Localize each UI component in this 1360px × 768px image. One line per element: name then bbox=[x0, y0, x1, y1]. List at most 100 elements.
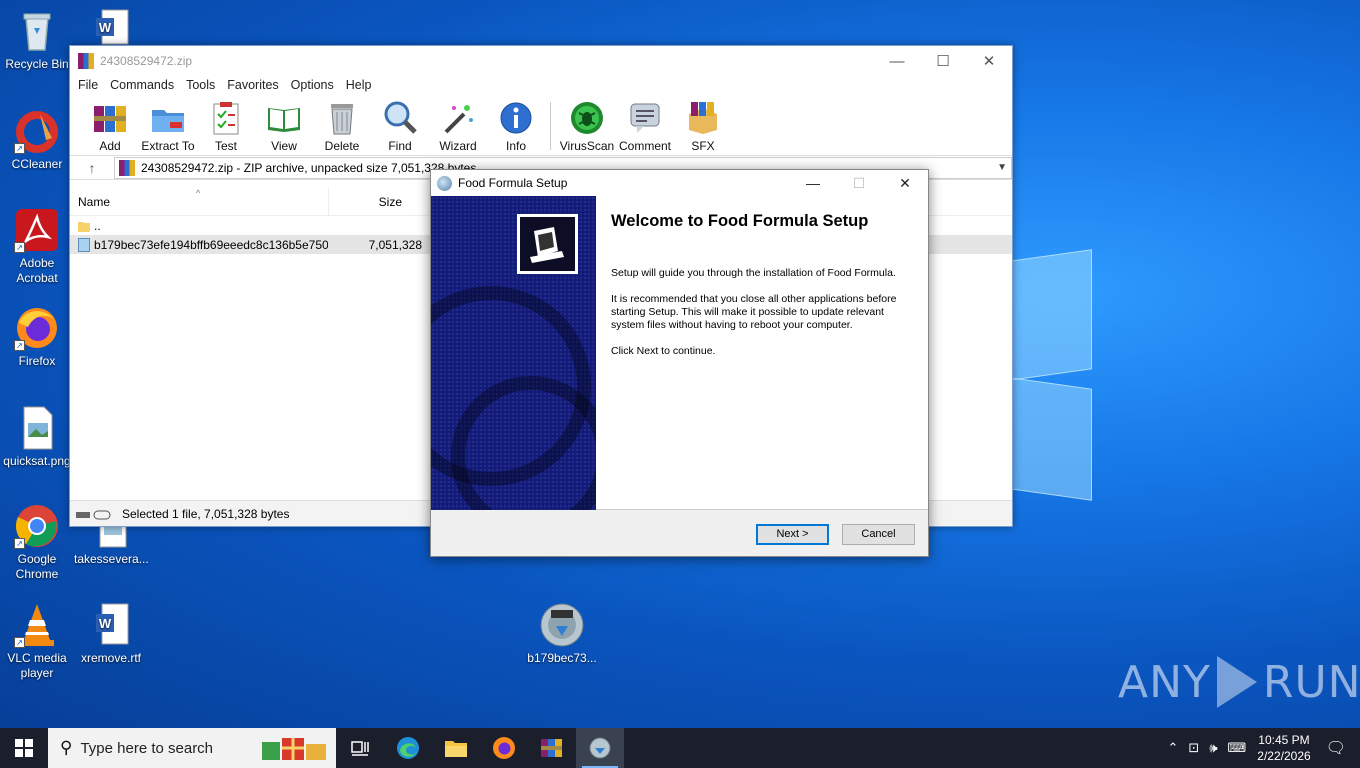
volume-icon[interactable]: 🕪 bbox=[1209, 740, 1217, 756]
search-highlight-gifts-icon[interactable] bbox=[260, 734, 330, 762]
maximize-button: ☐ bbox=[852, 174, 866, 191]
firefox-icon: ↗ bbox=[14, 305, 60, 351]
svg-text:W: W bbox=[99, 20, 112, 35]
desktop-icon-vlc[interactable]: ↗ VLC media player bbox=[0, 602, 74, 681]
clock[interactable]: 10:45 PM 2/22/2026 bbox=[1257, 732, 1310, 764]
desktop-icon-b179bec73[interactable]: b179bec73... bbox=[525, 602, 599, 666]
vlc-cone-icon: ↗ bbox=[14, 602, 60, 648]
adobe-acrobat-icon: ↗ bbox=[14, 207, 60, 253]
setup-paragraph-3: Click Next to continue. bbox=[611, 345, 716, 357]
desktop-icon-google-chrome[interactable]: ↗ Google Chrome bbox=[0, 503, 74, 582]
next-button[interactable]: Next > bbox=[756, 524, 829, 545]
desktop-icon-ccleaner[interactable]: ↗ CCleaner bbox=[0, 108, 74, 172]
toolbar-test-button[interactable]: Test bbox=[198, 96, 254, 155]
toolbar-wizard-button[interactable]: Wizard bbox=[430, 96, 486, 155]
minimize-button[interactable]: — bbox=[874, 46, 920, 76]
desktop-icon-label: VLC media player bbox=[7, 651, 67, 680]
desktop-icon-quicksat[interactable]: quicksat.png bbox=[0, 405, 74, 469]
toolbar-find-button[interactable]: Find bbox=[372, 96, 428, 155]
setup-welcome-page: Welcome to Food Formula Setup Setup will… bbox=[431, 196, 928, 510]
desktop-icon-recycle-bin[interactable]: Recycle Bin bbox=[0, 8, 74, 72]
desktop-icon-adobe-acrobat[interactable]: ↗ Adobe Acrobat bbox=[0, 207, 74, 286]
menu-tools[interactable]: Tools bbox=[186, 76, 223, 96]
desktop-icon-xremove[interactable]: W xremove.rtf bbox=[74, 602, 148, 666]
setup-side-banner bbox=[431, 196, 596, 510]
toolbar-info-button[interactable]: Info bbox=[488, 96, 544, 155]
toolbar-extract-to-button[interactable]: Extract To bbox=[140, 96, 196, 155]
menu-commands[interactable]: Commands bbox=[110, 76, 182, 96]
recycle-bin-icon bbox=[14, 8, 60, 54]
desktop-icon-label: xremove.rtf bbox=[80, 651, 141, 665]
network-icon[interactable]: ⊡ bbox=[1188, 740, 1199, 756]
installer-icon bbox=[589, 737, 611, 759]
task-view-button[interactable] bbox=[336, 728, 384, 768]
desktop-icon-label: quicksat.png bbox=[3, 454, 71, 468]
desktop-icon-label: Recycle Bin bbox=[5, 57, 69, 71]
chrome-icon: ↗ bbox=[14, 503, 60, 549]
setup-titlebar[interactable]: Food Formula Setup — ☐ ✕ bbox=[431, 170, 928, 196]
system-tray: ⌃ ⊡ 🕪 ⌨ 10:45 PM 2/22/2026 🗨 bbox=[1163, 728, 1360, 768]
toolbar-delete-button[interactable]: Delete bbox=[314, 96, 370, 155]
taskbar-firefox[interactable] bbox=[480, 728, 528, 768]
find-magnifier-icon bbox=[382, 100, 418, 136]
task-view-icon bbox=[351, 741, 369, 756]
view-book-icon bbox=[266, 100, 302, 136]
toolbar-comment-button[interactable]: Comment bbox=[617, 96, 673, 155]
menu-options[interactable]: Options bbox=[291, 76, 342, 96]
column-size[interactable]: Size bbox=[328, 187, 408, 216]
setup-paragraph-2: It is recommended that you close all oth… bbox=[611, 293, 897, 331]
menu-file[interactable]: File bbox=[78, 76, 106, 96]
desktop-icon-label: Google Chrome bbox=[15, 552, 59, 581]
desktop-icon-firefox[interactable]: ↗ Firefox bbox=[0, 305, 74, 369]
sfx-box-icon bbox=[685, 100, 721, 136]
toolbar-sfx-button[interactable]: SFX bbox=[675, 96, 731, 155]
winrar-menubar: File Commands Tools Favorites Options He… bbox=[70, 76, 1012, 96]
setup-title: Food Formula Setup bbox=[458, 176, 568, 190]
edge-icon bbox=[397, 737, 419, 759]
notification-icon[interactable]: 🗨 bbox=[1326, 738, 1346, 758]
taskbar-edge[interactable] bbox=[384, 728, 432, 768]
installer-logo-icon bbox=[517, 214, 578, 274]
extract-folder-icon bbox=[150, 100, 186, 136]
minimize-button[interactable]: — bbox=[790, 170, 836, 196]
play-logo-icon bbox=[1216, 656, 1257, 708]
taskbar-setup[interactable] bbox=[576, 728, 624, 768]
clock-date: 2/22/2026 bbox=[1257, 749, 1311, 763]
close-button[interactable]: ✕ bbox=[882, 170, 928, 196]
word-document-icon: W bbox=[88, 602, 134, 648]
taskbar-winrar[interactable] bbox=[528, 728, 576, 768]
menu-help[interactable]: Help bbox=[346, 76, 380, 96]
anyrun-watermark: ANY RUN bbox=[1118, 656, 1360, 708]
winrar-window-controls: — ☐ ✕ bbox=[874, 46, 1012, 76]
winrar-title: 24308529472.zip bbox=[100, 54, 193, 68]
setup-text-area: Welcome to Food Formula Setup Setup will… bbox=[611, 212, 901, 371]
toolbar-view-button[interactable]: View bbox=[256, 96, 312, 155]
winrar-titlebar[interactable]: 24308529472.zip bbox=[70, 46, 1012, 76]
chevron-down-icon[interactable]: ▼ bbox=[997, 162, 1007, 173]
winrar-app-icon bbox=[78, 53, 94, 69]
desktop-icon-label: takessevera... bbox=[74, 552, 149, 566]
taskbar-search-box[interactable]: ⚲ Type here to search bbox=[48, 728, 336, 768]
close-button[interactable]: ✕ bbox=[966, 46, 1012, 76]
folder-icon bbox=[78, 221, 90, 232]
taskbar-file-explorer[interactable] bbox=[432, 728, 480, 768]
menu-favorites[interactable]: Favorites bbox=[227, 76, 286, 96]
maximize-button[interactable]: ☐ bbox=[920, 46, 966, 76]
windows-start-icon bbox=[15, 739, 33, 757]
setup-window-controls: — ☐ ✕ bbox=[790, 170, 928, 196]
svg-text:W: W bbox=[99, 616, 112, 631]
toolbar-virusscan-button[interactable]: VirusScan bbox=[559, 96, 615, 155]
virus-scan-icon bbox=[569, 100, 605, 136]
winrar-icon bbox=[541, 739, 562, 757]
cancel-button[interactable]: Cancel bbox=[842, 524, 915, 545]
toolbar-separator bbox=[550, 102, 551, 150]
up-folder-button[interactable]: ↑ bbox=[70, 160, 114, 176]
setup-dialog: Food Formula Setup — ☐ ✕ Welcome to Food… bbox=[430, 169, 929, 557]
start-button[interactable] bbox=[0, 728, 48, 768]
setup-paragraph-1: Setup will guide you through the install… bbox=[611, 267, 896, 279]
keyboard-icon[interactable]: ⌨ bbox=[1228, 740, 1247, 756]
chevron-up-icon[interactable]: ⌃ bbox=[1168, 740, 1179, 756]
toolbar-add-button[interactable]: Add bbox=[82, 96, 138, 155]
status-text: Selected 1 file, 7,051,328 bytes bbox=[122, 506, 290, 521]
desktop-icon-label: CCleaner bbox=[11, 157, 63, 171]
